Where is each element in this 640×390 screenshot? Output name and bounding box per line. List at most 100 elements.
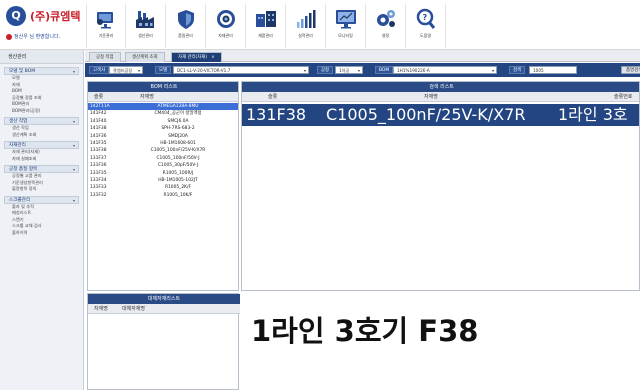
sidebar-item[interactable]: 생산계획 조회 [4, 132, 79, 139]
filter-bar: 고객사 큐엠티공장 ▾ 모델 DC1-LL-V-20-VICTOR-V1.7 ▾ 공… [85, 63, 640, 77]
cell-loc: 142T11A [90, 104, 110, 109]
table-row[interactable]: 141F35 HB-1M1608-601 [88, 140, 238, 147]
table-row[interactable]: 131F32 R1005_10K/F [88, 192, 238, 199]
help-icon: ? [416, 8, 435, 29]
cell-loc: 131F35 [90, 170, 107, 176]
menu-item-help[interactable]: ? 도움말 [406, 4, 446, 48]
col-loc: 슬롯 [268, 94, 278, 100]
cell-name: CM404_공군이 정밀액정 [154, 111, 202, 117]
cell-loc: 131F33 [90, 185, 107, 191]
cell-name: SMCJ6.0A [167, 118, 189, 124]
table-row[interactable]: 141F40 SMCJ6.0A [88, 118, 238, 125]
menu-label: 모니터링 [338, 33, 353, 38]
table-row[interactable]: 131F38 C1005_100nF/25V-K/X7R [88, 147, 238, 154]
search-label: 검색 [509, 66, 526, 74]
line-select[interactable]: 큐엠티공장 ▾ [109, 66, 143, 74]
sidebar-item[interactable]: BOM관리(공정) [4, 108, 79, 115]
bom-rows: 142T11A ATMEGA128A-8MU 141F42 CM404_공군이 정밀액… [88, 103, 238, 199]
menu-label: 실적관리 [298, 33, 313, 38]
table-row[interactable]: 141F42 CM404_공군이 정밀액정 [88, 110, 238, 117]
cell-loc: 131F37 [90, 155, 107, 161]
table-row[interactable]: 131F33 R1005_2K/F [88, 184, 238, 191]
table-row[interactable]: 131F34 HB-1M1005-102JT [88, 177, 238, 184]
logo-area: Q (주)큐엠텍 정산우 님 환영합니다. [6, 6, 86, 42]
cell-name: C1005_100nF/50V-J [156, 155, 200, 161]
tab-production-plan[interactable]: 생산계획 조회 [125, 52, 165, 62]
warehouse-icon [255, 11, 276, 27]
cell-loc: 131F36 [90, 163, 107, 169]
chevron-down-icon: ▾ [357, 68, 360, 73]
sidebar-group-header[interactable]: 생산 작업 ▾ [4, 117, 79, 125]
sidebar-group-header[interactable]: 스크롤관리 ▾ [4, 195, 79, 204]
search-input[interactable]: 1005 [529, 66, 577, 74]
bar-chart-icon [296, 10, 315, 28]
cell-loc: 131F38 [90, 148, 107, 154]
sidebar: 생산관리 모델 및 BOM ▾ 모델 자재 BOM 공정별 정품 조회 BOM관리… [0, 50, 84, 390]
welcome-text: 정산우 님 환영합니다. [14, 34, 61, 40]
sidebar-group-header[interactable]: 모델 및 BOM ▾ [4, 67, 79, 75]
sidebar-item[interactable]: 출하이력 [4, 230, 79, 237]
close-icon[interactable]: × [211, 55, 215, 60]
line-label: 고객사 [89, 66, 110, 74]
bom-label: BOM [375, 66, 394, 74]
sidebar-group-header[interactable]: 공정 품질 항목 ▾ [4, 165, 79, 173]
menu-item-material[interactable]: 자재관리 [206, 4, 246, 48]
sidebar-item[interactable]: 자재 실패조회 [4, 156, 79, 163]
tab-bar: 공정 작업 생산계획 조회 자재 관리(자재) × [85, 50, 640, 62]
cell-name: R1005_10K/F [163, 192, 193, 198]
chevron-down-icon: ▾ [303, 68, 306, 73]
table-row[interactable]: 131F36 C1005_30pF/50V-J [88, 162, 238, 169]
menu-item-base[interactable]: 기준관리 [86, 4, 126, 48]
bom-list-header: 슬롯 자재명 [88, 92, 238, 102]
search-list-panel: 검색 리스트 슬롯 자재명 슬롯번호 131F38 C1005_100nF/25… [241, 81, 640, 291]
menu-item-quality[interactable]: 품질관리 [166, 4, 206, 48]
gauge-icon [216, 10, 235, 28]
menu-label: 재품관리 [258, 33, 273, 38]
cell-name: C1005_100nF/25V-K/X7R [150, 148, 206, 154]
menu-item-performance[interactable]: 실적관리 [286, 4, 326, 48]
cell-loc: 141F36 [90, 133, 107, 139]
location-display: 1라인 3호기 F38 [251, 314, 479, 348]
col-name: 자재명 [140, 94, 154, 100]
logo-icon: Q [6, 6, 26, 26]
menu-label: 자재관리 [218, 33, 233, 38]
cell-name: R1005_100R/J [162, 170, 194, 176]
main-content: 공정 작업 생산계획 조회 자재 관리(자재) × 고객사 큐엠티공장 ▾ 모델 D… [85, 50, 640, 390]
table-row[interactable]: 141F36 SMDJ20A [88, 133, 238, 140]
bom-list-title: BOM 리스트 [88, 82, 238, 92]
sidebar-title: 생산관리 [0, 50, 83, 64]
sidebar-group-header[interactable]: 자재관리 ▾ [4, 141, 79, 149]
sidebar-group-quality: 공정 품질 항목 ▾ 공정별 고품 관리 기준생성항목관리 불량항목 정의 [4, 165, 79, 193]
cell-loc: 141F42 [90, 111, 107, 117]
menu-item-production[interactable]: 생산관리 [126, 4, 166, 48]
result-name: C1005_100nF/25V-K/X7R [326, 105, 526, 124]
model-label: 모델 [155, 66, 172, 74]
table-row[interactable]: 142T11A ATMEGA128A-8MU [88, 103, 238, 111]
table-row[interactable]: 131F37 C1005_100nF/50V-J [88, 155, 238, 162]
menu-item-monitoring[interactable]: 모니터링 [326, 4, 366, 48]
sidebar-item[interactable]: 불량항목 정의 [4, 186, 79, 193]
chevron-down-icon: ▾ [72, 143, 75, 148]
tab-process-work[interactable]: 공정 작업 [89, 52, 121, 62]
table-row[interactable]: 131F35 R1005_100R/J [88, 170, 238, 177]
company-name: (주)큐엠텍 [30, 10, 81, 23]
cell-name: SPH-7RS-683-2 [161, 126, 195, 132]
process-select[interactable]: 1차공 ▾ [335, 66, 363, 74]
factory-icon [135, 11, 154, 28]
col-substitute: 대체자재명 [122, 306, 146, 312]
main-menu: 기준관리 생산관리 품질관리 자재관리 재품관리 실적관리 모니터링 설정 ? … [86, 4, 446, 48]
tab-material-manage[interactable]: 자재 관리(자재) × [171, 52, 222, 62]
cell-loc: 141F40 [90, 118, 107, 124]
menu-item-settings[interactable]: 설정 [366, 4, 406, 48]
chevron-down-icon: ▾ [72, 167, 75, 172]
table-row[interactable]: 141F38 SPH-7RS-683-2 [88, 125, 238, 132]
result-row[interactable]: 131F38 C1005_100nF/25V-K/X7R 1라인 3호 [242, 104, 639, 126]
menu-item-product[interactable]: 재품관리 [246, 4, 286, 48]
search-button[interactable]: 품명검색 [621, 66, 640, 74]
cell-loc: 141F35 [90, 140, 107, 146]
model-select[interactable]: DC1-LL-V-20-VICTOR-V1.7 ▾ [173, 66, 309, 74]
sidebar-group-material: 자재관리 ▾ 자재 관리(자재) 자재 실패조회 [4, 141, 79, 162]
cell-loc: 141F38 [90, 126, 107, 132]
sidebar-group-model-bom: 모델 및 BOM ▾ 모델 자재 BOM 공정별 정품 조회 BOM관리 BOM관… [4, 67, 79, 114]
bom-select[interactable]: 1H1%190226-A ▾ [393, 66, 497, 74]
